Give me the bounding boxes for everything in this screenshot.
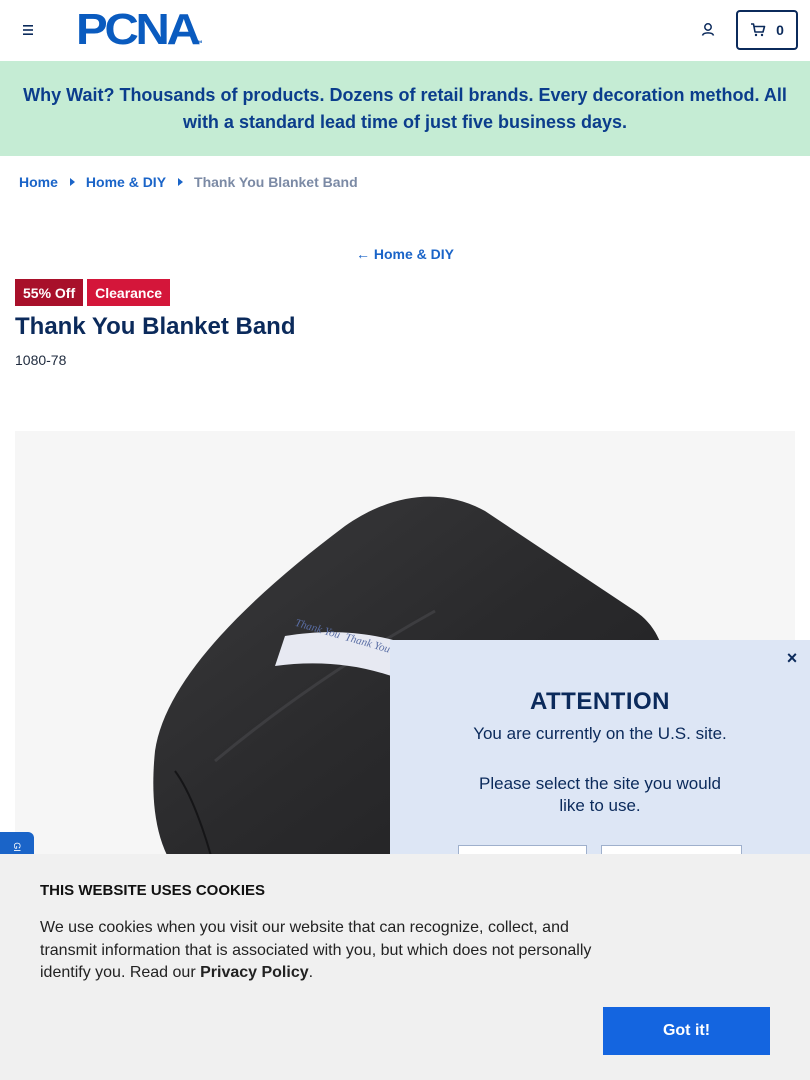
cookie-period: . (308, 964, 314, 981)
breadcrumb: Home Home & DIY Thank You Blanket Band (19, 174, 358, 190)
breadcrumb-home-diy[interactable]: Home & DIY (86, 174, 166, 190)
caret-right-icon (69, 178, 75, 186)
product-badges: 55% Off Clearance (15, 279, 171, 306)
account-button[interactable] (698, 20, 718, 40)
user-icon (701, 23, 715, 36)
hamburger-icon (23, 25, 33, 35)
promo-banner: Why Wait? Thousands of products. Dozens … (0, 61, 810, 156)
modal-instruction: Please select the site you would like to… (479, 774, 721, 815)
cart-icon (751, 23, 766, 37)
promo-text: Why Wait? Thousands of products. Dozens … (23, 84, 787, 132)
feedback-tab-label: GI (11, 842, 22, 852)
discount-badge: 55% Off (15, 279, 84, 306)
accept-cookies-button[interactable]: Got it! (603, 1007, 770, 1055)
back-link[interactable]: ← Home & DIY (356, 246, 454, 262)
back-link-label: Home & DIY (373, 246, 454, 262)
site-selector-modal: × ATTENTION You are currently on the U.S… (390, 640, 810, 885)
breadcrumb-current: Thank You Blanket Band (194, 174, 358, 190)
modal-current-site: You are currently on the U.S. site. (473, 724, 727, 743)
menu-button[interactable] (18, 20, 38, 40)
logo-text: PCNA (76, 5, 201, 54)
cookie-body: We use cookies when you visit our websit… (40, 919, 592, 981)
back-to-category: ← Home & DIY (0, 246, 810, 262)
cookie-text: We use cookies when you visit our websit… (40, 917, 610, 985)
cookie-title: THIS WEBSITE USES COOKIES (40, 882, 266, 899)
pcna-logo[interactable]: PCNA ™ (76, 5, 203, 54)
product-title: Thank You Blanket Band (15, 313, 296, 340)
modal-title: ATTENTION (529, 688, 671, 715)
close-icon[interactable]: × (784, 648, 800, 669)
arrow-left-icon: ← (355, 246, 370, 262)
cookie-banner: THIS WEBSITE USES COOKIES We use cookies… (0, 854, 810, 1080)
cart-count: 0 (776, 22, 784, 38)
product-sku: 1080-78 (15, 352, 67, 368)
privacy-policy-link[interactable]: Privacy Policy (200, 964, 309, 981)
clearance-badge: Clearance (87, 279, 171, 306)
site-header: PCNA ™ 0 (0, 0, 810, 61)
breadcrumb-home[interactable]: Home (19, 174, 58, 190)
caret-right-icon (178, 178, 184, 186)
cart-button[interactable]: 0 (736, 10, 798, 50)
